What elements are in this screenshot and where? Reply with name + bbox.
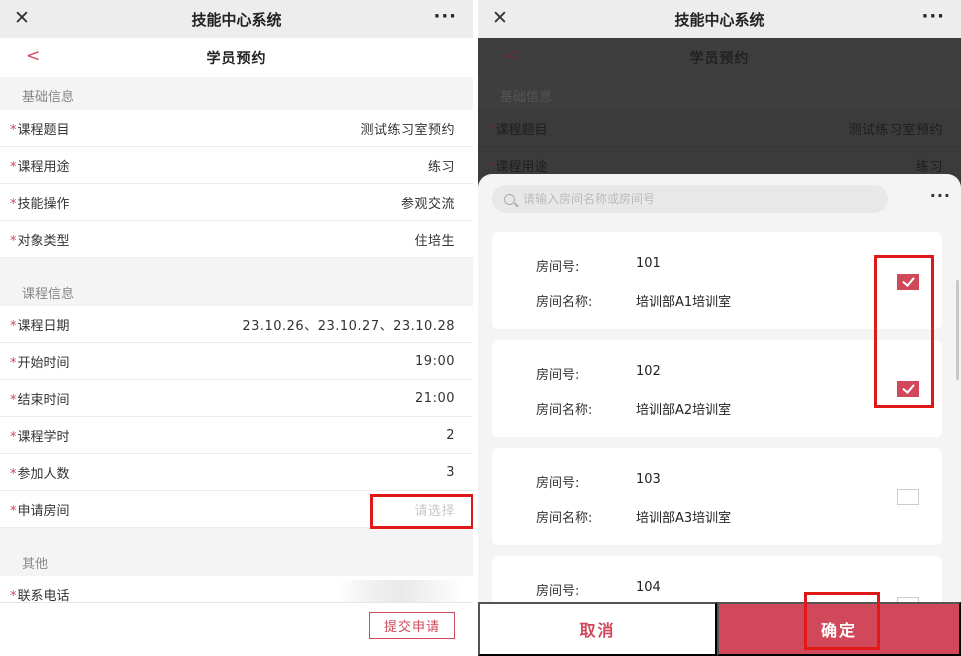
room-card-103[interactable]: 房间号: 103 房间名称: 培训部A3培训室 <box>492 448 942 545</box>
required-mark: * <box>10 196 17 212</box>
room-no-label: 房间号: <box>536 368 580 383</box>
app-title-bar: ✕ 技能中心系统 ··· <box>0 0 473 38</box>
field-value: 21:00 <box>415 390 455 406</box>
room-name-value: 培训部A3培训室 <box>636 511 732 526</box>
field-label: 课程用途 <box>495 159 548 175</box>
field-label: 课程题目 <box>17 122 70 138</box>
highlight-box-confirm <box>804 592 880 650</box>
field-value: 2 <box>446 427 455 443</box>
required-mark: * <box>10 392 17 408</box>
room-no-value: 103 <box>636 472 661 487</box>
room-search-input[interactable] <box>523 192 863 206</box>
room-checkbox-unchecked[interactable] <box>897 489 919 505</box>
close-icon[interactable]: ✕ <box>14 9 30 28</box>
more-icon[interactable]: ··· <box>930 186 951 205</box>
field-label: 课程题目 <box>495 122 548 138</box>
required-mark: * <box>10 159 17 175</box>
form-row-target-type[interactable]: *对象类型 住培生 <box>0 221 473 258</box>
form-row-participant-count[interactable]: *参加人数 3 <box>0 454 473 491</box>
field-label: 申请房间 <box>17 503 70 519</box>
app-title: 技能中心系统 <box>191 10 282 29</box>
required-mark: * <box>10 233 17 249</box>
field-label: 技能操作 <box>17 196 70 212</box>
field-value: 住培生 <box>414 233 455 249</box>
page-nav-bar: < 学员预约 <box>478 38 961 77</box>
required-mark: * <box>10 466 17 482</box>
highlight-box-room-select <box>370 494 473 529</box>
more-icon[interactable]: ··· <box>921 6 945 27</box>
section-basic-info: 基础信息 <box>22 89 75 105</box>
room-search-bar[interactable] <box>492 185 888 213</box>
field-label: 课程日期 <box>17 318 70 334</box>
room-no-value: 104 <box>636 580 661 595</box>
room-no-label: 房间号: <box>536 260 580 275</box>
app-title-bar: ✕ 技能中心系统 ··· <box>478 0 961 38</box>
room-no-value: 102 <box>636 364 661 379</box>
section-other: 其他 <box>22 556 49 572</box>
cancel-button[interactable]: 取消 <box>478 602 717 656</box>
room-no-value: 101 <box>636 256 661 271</box>
page-nav-bar: < 学员预约 <box>0 38 473 77</box>
room-name-label: 房间名称: <box>536 511 593 526</box>
submit-application-button[interactable]: 提交申请 <box>369 612 455 639</box>
form-row-course-date[interactable]: *课程日期 23.10.26、23.10.27、23.10.28 <box>0 306 473 343</box>
room-name-label: 房间名称: <box>536 403 593 418</box>
more-icon[interactable]: ··· <box>433 6 457 27</box>
room-picker-sheet: ··· 房间号: 101 房间名称: 培训部A1培训室 房间号: 102 房间名… <box>478 174 961 656</box>
section-basic-info: 基础信息 <box>500 89 553 105</box>
required-mark: * <box>10 503 17 519</box>
form-row-end-time[interactable]: *结束时间 21:00 <box>0 380 473 417</box>
field-value: 测试练习室预约 <box>360 122 455 138</box>
required-mark: * <box>10 355 17 371</box>
required-mark: * <box>10 429 17 445</box>
field-label: 课程学时 <box>17 429 70 445</box>
field-label: 结束时间 <box>17 392 70 408</box>
required-mark: * <box>10 122 17 138</box>
field-label: 对象类型 <box>17 233 70 249</box>
form-row-course-hours[interactable]: *课程学时 2 <box>0 417 473 454</box>
list-scrollbar[interactable] <box>956 280 959 380</box>
required-mark: * <box>10 318 17 334</box>
form-row-skill-operation[interactable]: *技能操作 参观交流 <box>0 184 473 221</box>
room-name-value: 培训部A2培训室 <box>636 403 732 418</box>
room-picker-screen: ✕ 技能中心系统 ··· < 学员预约 基础信息 *课程题目 测试练习室预约 *… <box>478 0 961 656</box>
sheet-action-bar: 取消 确定 <box>478 602 961 656</box>
field-value: 19:00 <box>415 353 455 369</box>
field-value: 23.10.26、23.10.27、23.10.28 <box>242 318 455 334</box>
back-icon[interactable]: < <box>26 46 40 66</box>
field-label: 开始时间 <box>17 355 70 371</box>
field-label: 参加人数 <box>17 466 70 482</box>
room-no-label: 房间号: <box>536 584 580 599</box>
back-icon[interactable]: < <box>504 46 518 66</box>
required-mark: * <box>488 159 495 175</box>
page-title: 学员预约 <box>206 50 267 67</box>
form-footer: 提交申请 <box>0 602 473 656</box>
room-no-label: 房间号: <box>536 476 580 491</box>
highlight-box-checked-rooms <box>874 255 934 408</box>
field-value: 测试练习室预约 <box>848 122 943 138</box>
room-name-label: 房间名称: <box>536 295 593 310</box>
section-course-info: 课程信息 <box>22 286 75 302</box>
required-mark: * <box>488 122 495 138</box>
search-icon <box>504 193 515 205</box>
form-row-course-title: *课程题目 测试练习室预约 <box>478 110 961 147</box>
room-name-value: 培训部A1培训室 <box>636 295 732 310</box>
page-title: 学员预约 <box>689 50 750 67</box>
app-title: 技能中心系统 <box>674 10 765 29</box>
field-value: 参观交流 <box>400 196 455 212</box>
field-value: 练习 <box>915 159 943 175</box>
close-icon[interactable]: ✕ <box>492 9 508 28</box>
field-value: 3 <box>446 464 455 480</box>
field-label: 课程用途 <box>17 159 70 175</box>
field-value: 练习 <box>427 159 455 175</box>
form-row-course-title[interactable]: *课程题目 测试练习室预约 <box>0 110 473 147</box>
form-row-course-usage[interactable]: *课程用途 练习 <box>0 147 473 184</box>
booking-form-screen: ✕ 技能中心系统 ··· < 学员预约 基础信息 *课程题目 测试练习室预约 *… <box>0 0 473 656</box>
form-row-start-time[interactable]: *开始时间 19:00 <box>0 343 473 380</box>
